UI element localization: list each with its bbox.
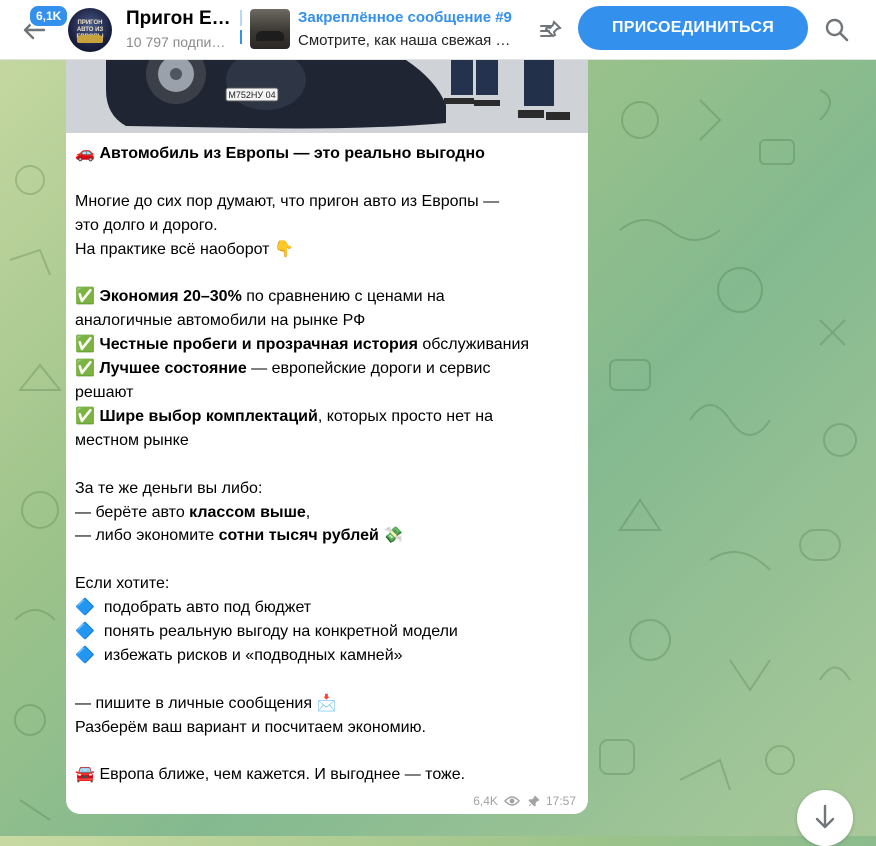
emoji-icon: 🔷 (75, 599, 95, 617)
eye-icon (504, 796, 521, 806)
bold-text: Лучшее состояние (99, 360, 247, 378)
emoji-icon: ✅ (75, 336, 95, 354)
post-line: ✅ Шире выбор комплектаций, которых прост… (75, 405, 581, 429)
text-span: Разберём ваш вариант и посчитаем экономи… (75, 718, 426, 736)
emoji-icon: 👇 (273, 240, 294, 258)
bold-text: Шире выбор комплектаций (99, 407, 318, 425)
post-line (75, 548, 581, 572)
text-span: аналогичные автомобили на рынке РФ (75, 312, 366, 330)
pinned-message-thumbnail[interactable] (250, 9, 290, 49)
text-span: понять реальную выгоду на конкретной мод… (95, 623, 458, 641)
text-span: местном рынке (75, 431, 189, 449)
text-span: , (305, 503, 311, 521)
post-line (75, 668, 581, 692)
scroll-down-button[interactable] (797, 790, 853, 846)
post-line: — либо экономите сотни тысяч рублей 💸 (75, 524, 581, 548)
text-span: Европа ближе, чем кажется. И выгоднее — … (95, 766, 466, 784)
text-span: Многие до сих пор думают, что пригон авт… (75, 192, 500, 210)
post-line (75, 262, 581, 286)
post-line: Многие до сих пор думают, что пригон авт… (75, 190, 581, 214)
emoji-icon: ✅ (75, 407, 95, 425)
post-line: Разберём ваш вариант и посчитаем экономи… (75, 716, 581, 740)
post-line: решают (75, 381, 581, 405)
thumbnail-car-shape (256, 31, 284, 41)
post-line (75, 166, 581, 190)
bold-text: Честные пробеги и прозрачная история (99, 336, 418, 354)
emoji-icon: ✅ (75, 360, 95, 378)
text-span: подобрать авто под бюджет (95, 599, 312, 617)
pinned-indicator-inactive (240, 10, 242, 26)
post-line: ✅ Экономия 20–30% по сравнению с ценами … (75, 285, 581, 309)
pin-icon (528, 795, 540, 807)
channel-title[interactable]: Пригон Е… (126, 8, 231, 30)
post-line: аналогичные автомобили на рынке РФ (75, 309, 581, 333)
bold-text: сотни тысяч рублей (218, 527, 379, 545)
text-span: — либо экономите (75, 527, 219, 545)
text-span: по сравнению с ценами на (241, 288, 445, 306)
post-line: — пишите в личные сообщения 📩 (75, 692, 581, 716)
emoji-icon: 📩 (316, 694, 337, 712)
post-line: это долго и дорого. (75, 214, 581, 238)
post-text: 🚗 Автомобиль из Европы — это реально выг… (75, 142, 581, 787)
post-line: — берёте авто классом выше, (75, 501, 581, 525)
post-line: За те же деньги вы либо: (75, 477, 581, 501)
text-span: — берёте авто (75, 503, 190, 521)
subscriber-count: 10 797 подпи… (126, 34, 226, 50)
bold-text: Автомобиль из Европы — это реально выгод… (99, 145, 485, 162)
text-span: Если хотите: (75, 575, 170, 593)
pinned-list-icon[interactable] (537, 16, 565, 44)
post-line: 🚗 Автомобиль из Европы — это реально выг… (75, 142, 581, 166)
emoji-icon: 💸 (383, 527, 404, 545)
emoji-icon: 🚗 (75, 145, 95, 162)
bold-text: классом выше (189, 503, 306, 521)
unread-count-badge: 6,1K (28, 4, 70, 28)
car-showroom-image: М752НУ 04 (66, 60, 588, 133)
pinned-message-title[interactable]: Закреплённое сообщение #9 (298, 9, 512, 26)
license-plate-text: М752НУ 04 (228, 90, 275, 100)
channel-avatar[interactable]: ПРИГОН АВТО ИЗ ЕВРОПЫ (68, 8, 112, 52)
join-channel-button[interactable]: ПРИСОЕДИНИТЬСЯ (578, 6, 808, 50)
bold-text: Экономия 20–30% (99, 288, 242, 306)
text-span: избежать рисков и «подводных камней» (95, 646, 403, 664)
chat-header: 6,1K ПРИГОН АВТО ИЗ ЕВРОПЫ Пригон Е… 10 … (0, 0, 876, 60)
view-count: 6,4K (473, 794, 498, 808)
post-line: 🔷 подобрать авто под бюджет (75, 596, 581, 620)
text-span: — европейские дороги и сервис (246, 360, 491, 378)
text-span: На практике всё наоборот (75, 240, 274, 258)
post-line: Если хотите: (75, 572, 581, 596)
text-span: решают (75, 384, 134, 402)
emoji-icon: 🚘 (75, 766, 95, 784)
post-line: На практике всё наоборот 👇 (75, 238, 581, 262)
post-line: 🔷 понять реальную выгоду на конкретной м… (75, 620, 581, 644)
search-icon[interactable] (822, 15, 852, 45)
text-span: За те же деньги вы либо: (75, 479, 263, 497)
post-line: ✅ Лучшее состояние — европейские дороги … (75, 357, 581, 381)
pinned-message-preview[interactable]: Смотрите, как наша свежая … (298, 32, 510, 49)
post-line: ✅ Честные пробеги и прозрачная история о… (75, 333, 581, 357)
text-span: это долго и дорого. (75, 216, 218, 234)
post-time: 17:57 (545, 794, 576, 808)
emoji-icon: 🔷 (75, 623, 95, 641)
post-photo[interactable]: М752НУ 04 (66, 60, 588, 133)
text-span: обслуживания (417, 336, 530, 354)
post-line: 🔷 избежать рисков и «подводных камней» (75, 644, 581, 668)
emoji-icon: 🔷 (75, 646, 95, 664)
post-line (75, 740, 581, 764)
post-meta: 6,4K 17:57 (473, 793, 576, 808)
emoji-icon: ✅ (75, 288, 95, 306)
text-span: , которых просто нет на (317, 407, 493, 425)
post-line: 🚘 Европа ближе, чем кажется. И выгоднее … (75, 763, 581, 787)
post-line: местном рынке (75, 429, 581, 453)
channel-post: М752НУ 04 🚗 Автомобиль из Европы — это р… (66, 60, 588, 814)
text-span: — пишите в личные сообщения (75, 694, 317, 712)
avatar-car-shape (77, 35, 103, 43)
post-line (75, 453, 581, 477)
pinned-indicator-active (240, 30, 242, 44)
